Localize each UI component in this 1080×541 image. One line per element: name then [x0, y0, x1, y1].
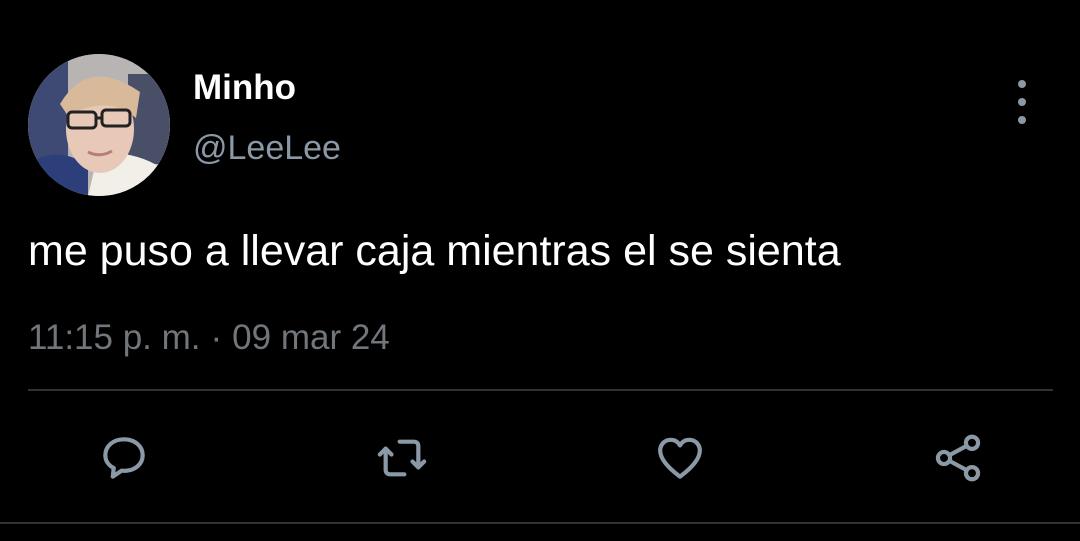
meta-separator: · [210, 318, 223, 357]
avatar-image [28, 54, 170, 196]
reply-button[interactable] [94, 428, 154, 488]
tweet-timestamp: 11:15 p. m. · 09 mar 24 [28, 316, 390, 360]
dot-icon [1018, 98, 1026, 106]
reply-icon [103, 437, 145, 479]
retweet-icon [377, 439, 427, 477]
display-name[interactable]: Minho [193, 68, 296, 108]
like-button[interactable] [650, 428, 710, 488]
share-icon [935, 434, 981, 482]
retweet-button[interactable] [372, 428, 432, 488]
tweet-time[interactable]: 11:15 p. m. [28, 318, 201, 357]
tweet-date[interactable]: 09 mar 24 [232, 318, 390, 357]
more-vertical-icon[interactable] [1006, 80, 1038, 124]
divider [0, 522, 1080, 524]
divider [28, 389, 1053, 391]
tweet-text: me puso a llevar caja mientras el se sie… [28, 227, 841, 275]
dot-icon [1018, 80, 1026, 88]
tweet-card: Minho @LeeLee me puso a llevar caja mien… [0, 0, 1080, 541]
user-handle[interactable]: @LeeLee [193, 128, 341, 168]
dot-icon [1018, 116, 1026, 124]
heart-icon [658, 437, 702, 479]
avatar[interactable] [28, 54, 170, 196]
action-bar [0, 428, 1080, 488]
share-button[interactable] [928, 428, 988, 488]
